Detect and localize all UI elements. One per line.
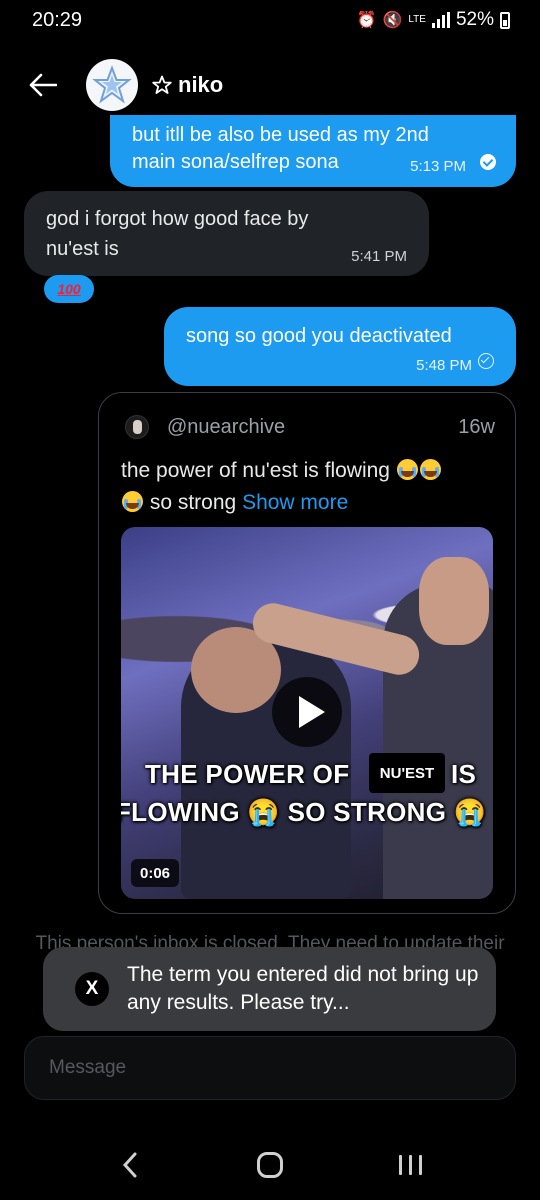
- star-outline-icon: [152, 75, 172, 94]
- home-icon: [257, 1152, 283, 1178]
- message-bubble-sent[interactable]: song so good you deactivated 5:48 PM: [164, 307, 516, 386]
- nav-home-button[interactable]: [240, 1140, 300, 1190]
- status-icons: ⏰ 🔇 LTE 52%: [357, 9, 510, 31]
- nav-recents-button[interactable]: [380, 1140, 440, 1190]
- tweet-author-avatar[interactable]: [125, 415, 149, 439]
- tweet-video[interactable]: THE POWER OF IS NU'EST FLOWING 😭 SO STRO…: [121, 527, 493, 899]
- message-text-line: god i forgot how good face by: [46, 208, 309, 230]
- reaction-100-icon[interactable]: 100: [44, 275, 94, 303]
- status-time: 20:29: [32, 8, 83, 31]
- arrow-left-icon: [29, 73, 57, 97]
- network-type: LTE: [408, 14, 426, 25]
- star-avatar-icon: [92, 65, 132, 104]
- toast-text: The term you entered did not bring up an…: [127, 963, 479, 1014]
- sent-check-icon: [478, 353, 494, 369]
- avatar[interactable]: [86, 59, 138, 111]
- x-logo-icon: X: [75, 972, 109, 1006]
- crying-emoji-icon: [396, 459, 418, 480]
- message-text-line: but itll be also be used as my 2nd: [132, 124, 429, 146]
- system-nav-bar: [0, 1130, 540, 1200]
- battery-percent: 52%: [455, 9, 494, 30]
- tweet-text: the power of nu'est is flowing so strong…: [121, 455, 501, 519]
- message-bubble-received[interactable]: god i forgot how good face by nu'est is …: [24, 191, 429, 276]
- video-caption: FLOWING 😭 SO STRONG 😭: [121, 797, 487, 827]
- conversation-title[interactable]: niko: [152, 72, 223, 98]
- message-composer[interactable]: [24, 1036, 516, 1100]
- signal-icon: [431, 12, 450, 28]
- show-more-link[interactable]: Show more: [242, 491, 348, 514]
- contact-name: niko: [178, 72, 224, 97]
- crying-emoji-icon: [122, 491, 143, 512]
- recents-icon: [398, 1155, 422, 1175]
- video-overlay-label: NU'EST: [369, 753, 445, 793]
- video-caption: IS: [451, 759, 477, 789]
- conversation-header: niko: [0, 50, 540, 120]
- tweet-handle[interactable]: @nuearchive: [167, 416, 285, 439]
- tweet-text-part: the power of nu'est is flowing: [121, 459, 396, 482]
- nav-back-button[interactable]: [100, 1140, 160, 1190]
- message-input[interactable]: [49, 1057, 469, 1079]
- read-check-icon: [480, 154, 496, 170]
- back-button[interactable]: [28, 70, 58, 100]
- message-text-line: nu'est is: [46, 238, 119, 260]
- video-duration: 0:06: [131, 859, 180, 887]
- video-person-head: [419, 557, 489, 645]
- play-button-icon[interactable]: [272, 677, 342, 747]
- tweet-text-part: so strong: [144, 491, 243, 514]
- video-caption: THE POWER OF: [145, 759, 350, 789]
- tweet-header: @nuearchive 16w: [125, 415, 495, 439]
- crying-emoji-icon: [419, 459, 441, 480]
- chevron-left-icon: [122, 1152, 137, 1178]
- message-bubble-sent[interactable]: but itll be also be used as my 2nd main …: [110, 115, 516, 187]
- message-time: 5:41 PM: [351, 248, 407, 265]
- shared-tweet-card[interactable]: @nuearchive 16w the power of nu'est is f…: [98, 392, 516, 914]
- battery-icon: [500, 11, 510, 29]
- message-time: 5:13 PM: [410, 158, 466, 175]
- mute-icon: 🔇: [382, 12, 403, 29]
- tweet-age: 16w: [458, 415, 495, 438]
- toast-notification[interactable]: X The term you entered did not bring up …: [43, 947, 496, 1031]
- message-text-line: main sona/selfrep sona: [132, 151, 339, 173]
- status-bar: 20:29 ⏰ 🔇 LTE 52%: [0, 0, 540, 40]
- message-time: 5:48 PM: [416, 357, 472, 374]
- alarm-icon: ⏰: [356, 12, 377, 29]
- message-text-line: song so good you deactivated: [186, 325, 452, 347]
